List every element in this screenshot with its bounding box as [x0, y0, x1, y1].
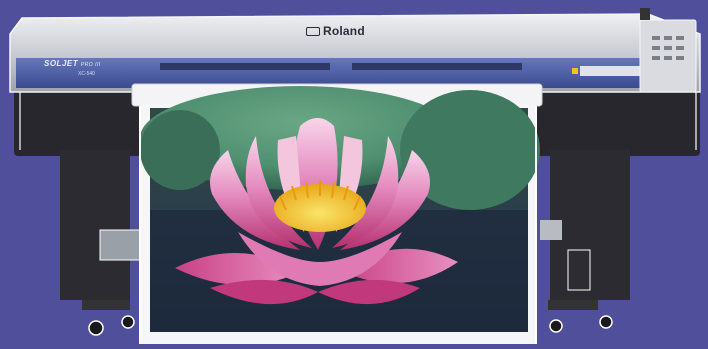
printer-photo: Roland SOLJET PRO III XC-540 — [0, 0, 708, 349]
model-sub-label: XC-540 — [78, 71, 95, 77]
roland-logo-icon — [306, 26, 320, 36]
printer-illustration — [9, 8, 701, 344]
printed-media — [131, 83, 543, 344]
brand-name: Roland — [323, 24, 365, 38]
printer-top-housing — [9, 8, 701, 93]
model-suffix: PRO III — [80, 62, 101, 68]
model-name: SOLJET PRO III — [44, 59, 101, 68]
brand-logo: Roland — [306, 24, 365, 38]
model-label: SOLJET — [44, 59, 79, 68]
